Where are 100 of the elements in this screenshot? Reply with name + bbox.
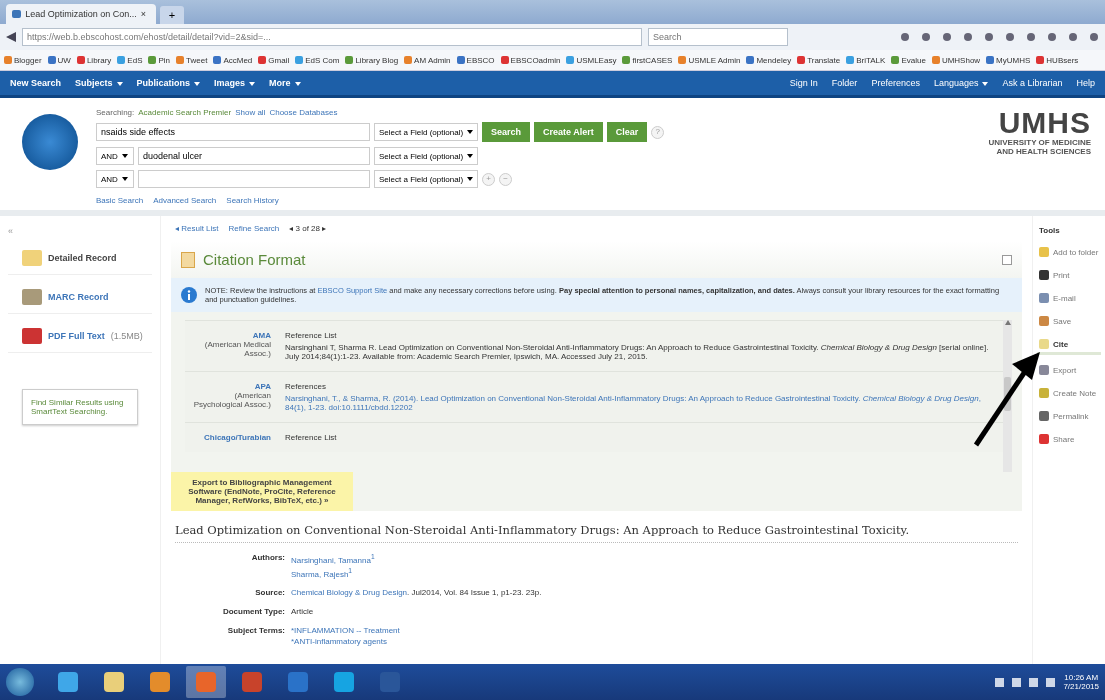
record-format-link[interactable]: Detailed Record: [8, 242, 152, 275]
scroll-up-icon[interactable]: [1004, 320, 1011, 325]
nav-menu[interactable]: Images: [214, 78, 256, 88]
start-button[interactable]: [6, 668, 34, 696]
field-label: Document Type:: [221, 607, 285, 617]
bookmark[interactable]: Library: [76, 55, 112, 65]
scrollbar[interactable]: [1003, 320, 1012, 472]
tool-button[interactable]: Save: [1037, 313, 1101, 329]
info-icon: [181, 287, 197, 303]
tool-button[interactable]: E-mail: [1037, 290, 1101, 306]
close-icon[interactable]: ×: [140, 9, 150, 19]
search-mode-link[interactable]: Search History: [226, 196, 279, 205]
address-bar[interactable]: https://web.b.ebscohost.com/ehost/detail/detail?vid=2&sid=...: [22, 28, 642, 46]
find-similar-link[interactable]: Find Similar Results using SmartText Searching.: [22, 389, 138, 425]
bookmark[interactable]: Mendeley: [746, 55, 792, 65]
tool-button[interactable]: Export: [1037, 362, 1101, 378]
citation-heading: References: [285, 382, 327, 391]
result-position: ◂ 3 of 28 ▸: [289, 224, 327, 233]
tool-button[interactable]: Permalink: [1037, 408, 1101, 424]
bookmark[interactable]: Evalue: [891, 55, 926, 65]
logo-text: UMHS: [998, 108, 1091, 138]
operator-dropdown[interactable]: AND: [96, 170, 134, 188]
clock[interactable]: 10:26 AM 7/21/2015: [1063, 673, 1099, 691]
citation-style-name: (American Medical Assoc.): [203, 340, 271, 358]
bookmark[interactable]: EBSCOadmin: [500, 55, 561, 65]
field-value: *INFLAMMATION -- Treatment: [291, 626, 400, 636]
field-value: Article: [291, 607, 314, 617]
field-label: Source:: [254, 588, 285, 598]
field-dropdown[interactable]: Select a Field (optional): [374, 147, 478, 165]
bookmark[interactable]: Pin: [148, 55, 171, 65]
bookmark[interactable]: EdS: [117, 55, 143, 65]
nav-link[interactable]: Ask a Librarian: [1002, 78, 1063, 88]
bookmark[interactable]: EBSCO: [456, 55, 495, 65]
choose-databases-link[interactable]: Choose Databases: [269, 108, 338, 117]
nav-menu[interactable]: New Search: [10, 78, 62, 88]
bookmark[interactable]: Translate: [797, 55, 841, 65]
tool-button[interactable]: Cite: [1037, 336, 1101, 355]
tool-button[interactable]: Print: [1037, 267, 1101, 283]
search-input[interactable]: nsaids side effects: [96, 123, 370, 141]
refine-search-link[interactable]: Refine Search: [228, 224, 280, 233]
citation-text: Narsinghani, T., & Sharma, R. (2014). Lead Optimization on Conventional Non-Steroidal Anti-Inflammatory Drugs: An Approach to Reduce Gastrointestinal Toxicity. Chemical Biology & Drug Design, 84(1), 1-23. doi:10.1111/cbdd.12202: [285, 394, 982, 412]
logo-subtitle: UNIVERSITY OF MEDICINE: [988, 138, 1091, 147]
nav-link[interactable]: Folder: [831, 78, 858, 88]
nav-link[interactable]: Languages: [933, 78, 989, 88]
search-action-button[interactable]: Clear: [606, 122, 648, 142]
bookmark[interactable]: Library Blog: [345, 55, 399, 65]
export-link[interactable]: Export to Bibliographic Management Software (EndNote, ProCite, Reference Manager, RefWorks, BibTeX, etc.) »: [171, 472, 353, 511]
search-action-button[interactable]: Create Alert: [534, 122, 603, 142]
bookmark[interactable]: Tweet: [176, 55, 208, 65]
tool-button[interactable]: Create Note: [1037, 385, 1101, 401]
record-format-link[interactable]: PDF Full Text (1.5MB): [8, 320, 152, 353]
citation-style-link[interactable]: AMA: [193, 331, 271, 340]
logo-subtitle: AND HEALTH SCIENCES: [996, 147, 1091, 156]
scrollbar-thumb[interactable]: [1004, 377, 1011, 411]
nav-menu[interactable]: Subjects: [75, 78, 123, 88]
bookmark[interactable]: firstCASES: [622, 55, 673, 65]
bookmark[interactable]: BriTALK: [846, 55, 886, 65]
operator-dropdown[interactable]: AND: [96, 147, 134, 165]
new-tab-button[interactable]: +: [160, 6, 184, 24]
search-input[interactable]: [138, 170, 370, 188]
search-action-button[interactable]: Search: [482, 122, 531, 142]
nav-link[interactable]: Help: [1076, 78, 1095, 88]
nav-link[interactable]: Sign In: [789, 78, 818, 88]
bookmark[interactable]: AccMed: [213, 55, 253, 65]
field-dropdown[interactable]: Select a Field (optional): [374, 170, 478, 188]
bookmark[interactable]: AM Admin: [404, 55, 451, 65]
bookmark[interactable]: USMLE Admin: [678, 55, 741, 65]
show-all-link[interactable]: Show all: [235, 108, 266, 117]
bookmark[interactable]: Blogger: [4, 55, 42, 65]
field-label: Authors:: [250, 553, 285, 564]
nav-menu[interactable]: More: [269, 78, 301, 88]
bookmark[interactable]: MyUMHS: [986, 55, 1031, 65]
record-format-link[interactable]: MARC Record: [8, 281, 152, 314]
search-mode-link[interactable]: Advanced Search: [153, 196, 217, 205]
bookmark[interactable]: USMLEasy: [566, 55, 617, 65]
nav-link[interactable]: Preferences: [871, 78, 920, 88]
citation-text: Narsinghani T, Sharma R. Lead Optimization on Conventional Non-Steroidal Anti-Inflammatory Drugs: An Approach to Reduce Gastrointestinal Toxicity. Chemical Biology & Drug Design [serial online]. July 2014;84(1):1-23. Available from: Academic Search Premier, Ipswich, MA. Accessed July 21, 2015.: [285, 343, 990, 361]
citation-style-link[interactable]: APA: [193, 382, 271, 391]
field-dropdown[interactable]: Select a Field (optional): [374, 123, 478, 141]
bookmark[interactable]: EdS Com: [295, 55, 340, 65]
result-list-link[interactable]: ◂ Result List: [175, 224, 219, 233]
browser-tab[interactable]: Lead Optimization on Con... ×: [6, 4, 156, 24]
search-input[interactable]: duodenal ulcer: [138, 147, 370, 165]
field-value: Chemical Biology & Drug Design. Jul2014, Vol. 84 Issue 1, p1-23. 23p.: [291, 588, 542, 598]
tool-button[interactable]: Share: [1037, 431, 1101, 447]
close-button[interactable]: [1002, 254, 1012, 265]
bookmark[interactable]: UMHShow: [931, 55, 981, 65]
bookmark[interactable]: UW: [47, 55, 71, 65]
back-icon[interactable]: [6, 32, 16, 42]
search-mode-link[interactable]: Basic Search: [96, 196, 144, 205]
citation-style-link[interactable]: Chicago/Turabian: [193, 433, 271, 442]
citation-heading: Reference List: [285, 331, 338, 340]
tools-title: Tools: [1039, 226, 1061, 235]
tool-button[interactable]: Add to folder: [1037, 244, 1101, 260]
field-value: *ANTI-inflammatory agents: [291, 637, 389, 647]
nav-menu[interactable]: Publications: [136, 78, 201, 88]
bookmark[interactable]: Gmail: [258, 55, 290, 65]
bookmark[interactable]: HUBsers: [1036, 55, 1079, 65]
database-name: Academic Search Premier: [138, 108, 232, 117]
search-field[interactable]: Search: [648, 28, 788, 46]
